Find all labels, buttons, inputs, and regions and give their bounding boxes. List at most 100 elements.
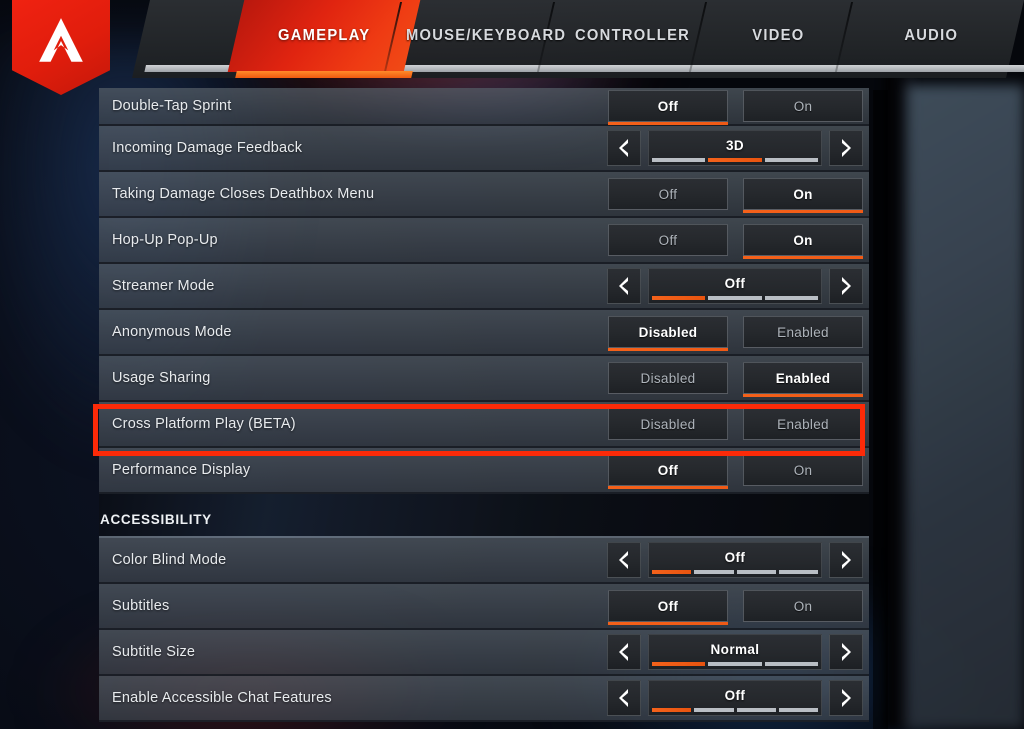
tab-video[interactable]: VIDEO bbox=[702, 0, 854, 72]
chevron-right-icon[interactable] bbox=[829, 130, 863, 166]
setting-control: Disabled Enabled bbox=[608, 310, 863, 354]
chevron-right-icon[interactable] bbox=[829, 268, 863, 304]
setting-row-performance-display[interactable]: Performance Display Off On bbox=[99, 448, 869, 494]
setting-label: Performance Display bbox=[112, 462, 251, 478]
slider-segment bbox=[778, 708, 818, 712]
setting-control: Off bbox=[607, 676, 863, 720]
toggle-option-off[interactable]: Off bbox=[608, 454, 728, 489]
toggle-option-label: On bbox=[793, 98, 813, 114]
setting-label: Anonymous Mode bbox=[112, 324, 232, 340]
toggle-option-enabled[interactable]: Enabled bbox=[743, 408, 863, 440]
slider-segment bbox=[652, 662, 706, 666]
slider-value-box[interactable]: Off bbox=[648, 542, 822, 578]
setting-control: Off On bbox=[608, 218, 863, 262]
slider-stepper: Normal bbox=[607, 634, 863, 670]
toggle-group: Off On bbox=[608, 454, 863, 489]
slider-track bbox=[652, 662, 818, 666]
slider-segment bbox=[652, 158, 706, 162]
setting-label: Subtitle Size bbox=[112, 644, 196, 660]
slider-value-box[interactable]: Off bbox=[648, 680, 822, 716]
tab-label: CONTROLLER bbox=[575, 27, 691, 44]
toggle-option-on[interactable]: On bbox=[743, 590, 863, 622]
toggle-option-disabled[interactable]: Disabled bbox=[608, 362, 728, 394]
toggle-option-on[interactable]: On bbox=[743, 90, 863, 122]
slider-segment bbox=[652, 570, 692, 574]
setting-control: Disabled Enabled bbox=[608, 402, 863, 446]
toggle-option-label: On bbox=[793, 462, 813, 478]
slider-stepper: 3D bbox=[607, 130, 863, 166]
setting-row-taking-damage-closes-deathbox-menu[interactable]: Taking Damage Closes Deathbox Menu Off On bbox=[99, 172, 869, 218]
toggle-group: Disabled Enabled bbox=[608, 316, 863, 351]
setting-label: Incoming Damage Feedback bbox=[112, 140, 303, 156]
setting-label: Taking Damage Closes Deathbox Menu bbox=[112, 186, 375, 202]
setting-control: Off On bbox=[608, 448, 863, 492]
toggle-option-enabled[interactable]: Enabled bbox=[743, 316, 863, 348]
slider-segment bbox=[736, 570, 776, 574]
setting-control: Off On bbox=[608, 88, 863, 125]
section-header-label: ACCESSIBILITY bbox=[100, 512, 212, 527]
setting-row-anonymous-mode[interactable]: Anonymous Mode Disabled Enabled bbox=[99, 310, 869, 356]
setting-row-incoming-damage-feedback[interactable]: Incoming Damage Feedback 3D bbox=[99, 126, 869, 172]
slider-value: Off bbox=[724, 276, 746, 291]
gameplay-settings-list[interactable]: Double-Tap Sprint Off On Incoming Damage Fe… bbox=[99, 88, 869, 729]
setting-control: Off bbox=[607, 264, 863, 308]
toggle-option-on[interactable]: On bbox=[743, 178, 863, 213]
slider-value: 3D bbox=[725, 138, 745, 153]
setting-row-cross-platform-play-beta[interactable]: Cross Platform Play (BETA) Disabled Enable… bbox=[99, 402, 869, 448]
setting-control: Normal bbox=[607, 630, 863, 674]
toggle-group: Disabled Enabled bbox=[608, 408, 863, 440]
toggle-option-label: Disabled bbox=[638, 324, 698, 340]
active-tab-underline bbox=[235, 71, 413, 78]
tab-audio[interactable]: AUDIO bbox=[848, 0, 1014, 72]
slider-stepper: Off bbox=[607, 680, 863, 716]
toggle-option-label: On bbox=[793, 186, 813, 202]
setting-row-double-tap-sprint[interactable]: Double-Tap Sprint Off On bbox=[99, 88, 869, 126]
slider-value: Off bbox=[724, 688, 746, 703]
toggle-option-label: Off bbox=[657, 462, 679, 478]
slider-value-box[interactable]: 3D bbox=[648, 130, 822, 166]
chevron-right-icon[interactable] bbox=[829, 634, 863, 670]
setting-row-color-blind-mode[interactable]: Color Blind Mode Off bbox=[99, 538, 869, 584]
toggle-option-off[interactable]: Off bbox=[608, 178, 728, 210]
setting-control: Disabled Enabled bbox=[608, 356, 863, 400]
toggle-option-on[interactable]: On bbox=[743, 454, 863, 486]
toggle-option-label: Off bbox=[658, 186, 678, 202]
setting-row-streamer-mode[interactable]: Streamer Mode Off bbox=[99, 264, 869, 310]
setting-row-subtitles[interactable]: Subtitles Off On bbox=[99, 584, 869, 630]
toggle-option-on[interactable]: On bbox=[743, 224, 863, 259]
chevron-left-icon[interactable] bbox=[607, 130, 641, 166]
chevron-right-icon[interactable] bbox=[829, 680, 863, 716]
slider-track bbox=[652, 570, 818, 574]
section-header-accessibility: ACCESSIBILITY bbox=[99, 494, 869, 538]
slider-segment bbox=[764, 158, 818, 162]
slider-segment bbox=[708, 296, 762, 300]
chevron-left-icon[interactable] bbox=[607, 634, 641, 670]
toggle-option-label: Disabled bbox=[640, 416, 696, 432]
toggle-option-disabled[interactable]: Disabled bbox=[608, 316, 728, 351]
toggle-option-label: Enabled bbox=[775, 370, 831, 386]
setting-row-subtitle-size[interactable]: Subtitle Size Normal bbox=[99, 630, 869, 676]
chevron-left-icon[interactable] bbox=[607, 268, 641, 304]
slider-value-box[interactable]: Normal bbox=[648, 634, 822, 670]
slider-track bbox=[652, 708, 818, 712]
chevron-right-icon[interactable] bbox=[829, 542, 863, 578]
toggle-option-off[interactable]: Off bbox=[608, 224, 728, 256]
chevron-left-icon[interactable] bbox=[607, 542, 641, 578]
setting-control: Off On bbox=[608, 172, 863, 216]
slider-segment bbox=[736, 708, 776, 712]
chevron-left-icon[interactable] bbox=[607, 680, 641, 716]
settings-scrollbar-track[interactable] bbox=[873, 90, 888, 729]
setting-row-enable-accessible-chat-features[interactable]: Enable Accessible Chat Features Off bbox=[99, 676, 869, 722]
slider-segment bbox=[778, 570, 818, 574]
setting-control: Off bbox=[607, 538, 863, 582]
toggle-option-enabled[interactable]: Enabled bbox=[743, 362, 863, 397]
slider-value: Off bbox=[724, 550, 746, 565]
toggle-option-label: Enabled bbox=[777, 324, 829, 340]
toggle-option-off[interactable]: Off bbox=[608, 90, 728, 125]
setting-row-usage-sharing[interactable]: Usage Sharing Disabled Enabled bbox=[99, 356, 869, 402]
slider-value: Normal bbox=[710, 642, 760, 657]
toggle-option-off[interactable]: Off bbox=[608, 590, 728, 625]
slider-value-box[interactable]: Off bbox=[648, 268, 822, 304]
setting-row-hop-up-pop-up[interactable]: Hop-Up Pop-Up Off On bbox=[99, 218, 869, 264]
toggle-option-disabled[interactable]: Disabled bbox=[608, 408, 728, 440]
